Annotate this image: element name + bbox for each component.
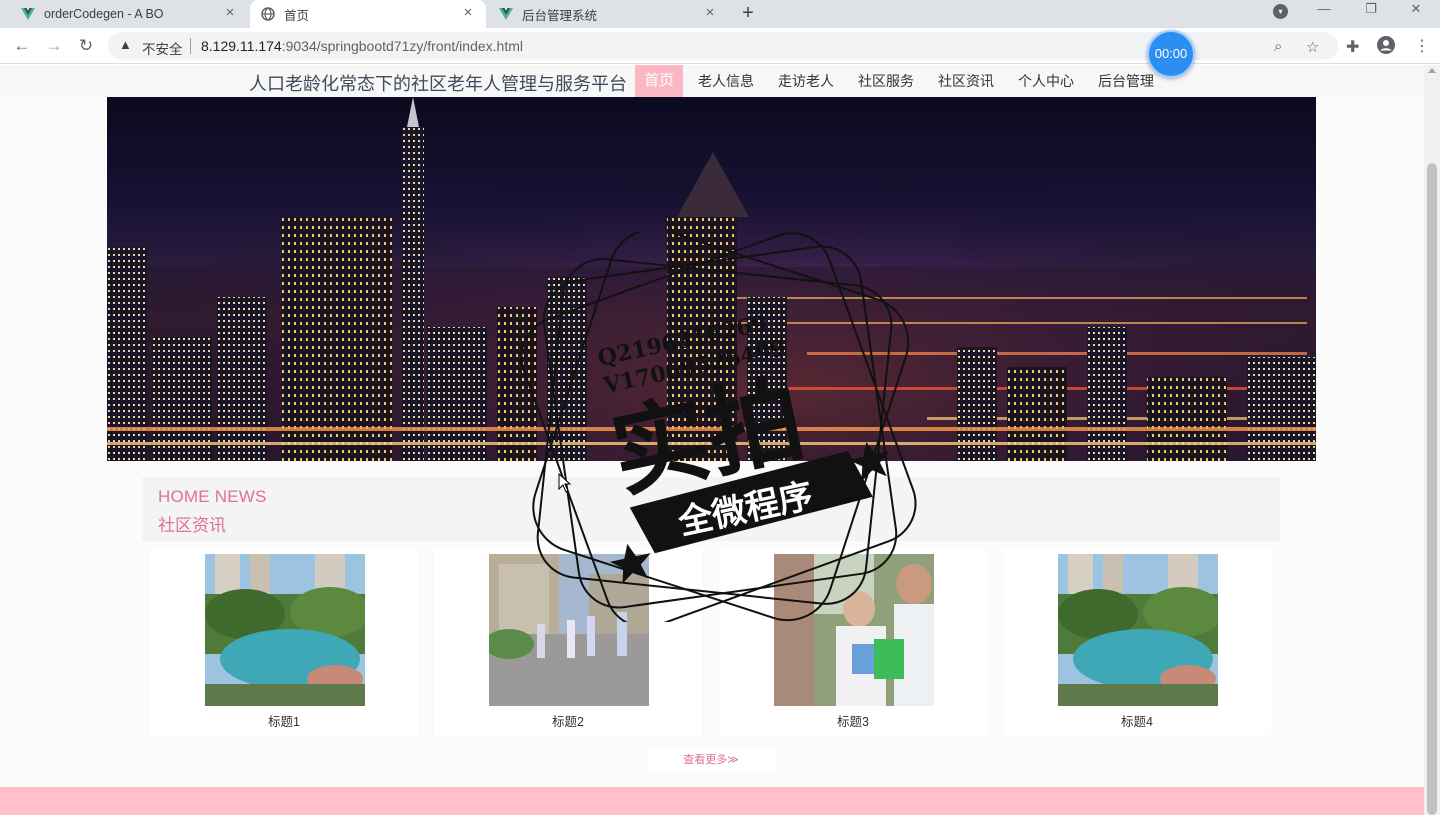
scrollbar-thumb[interactable] [1427, 163, 1437, 815]
news-title[interactable]: 标题1 [150, 711, 418, 730]
browser-toolbar: ← → ↻ ▲ 不安全 8.129.11.174:9034/springboot… [0, 28, 1440, 64]
nav-item-elder-info[interactable]: 老人信息 [689, 65, 763, 97]
url-host: 8.129.11.174 [201, 38, 282, 54]
new-tab-plus-icon[interactable]: + [736, 2, 760, 26]
news-title[interactable]: 标题3 [719, 711, 987, 730]
news-heading-en: HOME NEWS [158, 487, 267, 506]
warning-triangle-icon[interactable]: ▲ [119, 37, 132, 52]
browser-tab-bar: orderCodegen - A BO × 首页 × 后台管理系统 × + ▾ … [0, 0, 1440, 28]
footer-bar [0, 787, 1424, 815]
vue-icon [20, 6, 36, 22]
site-nav-bar: 人口老龄化常态下的社区老年人管理与服务平台 首页 老人信息 走访老人 社区服务 … [0, 65, 1424, 97]
close-icon[interactable]: × [460, 5, 476, 21]
bookmark-star-icon[interactable]: ☆ [1306, 38, 1319, 56]
security-label[interactable]: 不安全 [142, 38, 183, 58]
profile-avatar-icon[interactable] [1377, 36, 1395, 59]
site-nav-menu: 首页 老人信息 走访老人 社区服务 社区资讯 个人中心 后台管理 [635, 65, 1169, 97]
restore-icon[interactable]: ❐ [1357, 0, 1385, 20]
site-title: 人口老龄化常态下的社区老年人管理与服务平台 [249, 74, 627, 94]
news-thumbnail-garden[interactable] [1058, 554, 1218, 706]
divider [190, 38, 191, 54]
tab-ordercodegen[interactable]: orderCodegen - A BO × [0, 0, 248, 28]
tab-title: 首页 [284, 8, 310, 23]
back-arrow-icon[interactable]: ← [10, 35, 34, 57]
nav-item-community-news[interactable]: 社区资讯 [929, 65, 1003, 97]
vue-icon [498, 6, 514, 22]
minimize-icon[interactable]: — [1310, 0, 1338, 20]
news-card[interactable]: 标题3 [719, 549, 987, 735]
url-path: :9034/springbootd71zy/front/index.html [281, 38, 523, 54]
news-card[interactable]: 标题4 [1003, 549, 1271, 735]
tab-search-icon[interactable]: ▾ [1273, 4, 1288, 19]
close-icon[interactable]: × [222, 5, 238, 21]
globe-icon [260, 6, 276, 22]
news-heading-cn: 社区资讯 [158, 516, 226, 535]
tab-title: 后台管理系统 [522, 8, 598, 23]
news-title[interactable]: 标题4 [1003, 711, 1271, 730]
tab-home[interactable]: 首页 × [250, 0, 486, 28]
url-text[interactable]: 8.129.11.174:9034/springbootd71zy/front/… [201, 38, 523, 54]
news-thumbnail-garden[interactable] [205, 554, 365, 706]
tab-title: orderCodegen - A BO [44, 7, 164, 21]
page-viewport: 人口老龄化常态下的社区老年人管理与服务平台 首页 老人信息 走访老人 社区服务 … [0, 65, 1424, 815]
close-icon[interactable]: × [702, 5, 718, 21]
news-card[interactable]: 标题1 [150, 549, 418, 735]
news-title[interactable]: 标题2 [434, 711, 702, 730]
scroll-up-arrow-icon[interactable] [1428, 68, 1436, 73]
view-more-button[interactable]: 查看更多≫ [647, 747, 775, 773]
extensions-puzzle-icon[interactable]: ✚ [1346, 37, 1359, 57]
banner-carousel-image[interactable] [107, 97, 1316, 461]
zoom-icon[interactable]: ⌕ [1274, 38, 1282, 55]
window-close-icon[interactable]: ✕ [1402, 0, 1430, 20]
news-thumbnail-walk[interactable] [489, 554, 649, 706]
nav-item-home[interactable]: 首页 [635, 65, 684, 97]
news-thumbnail-volunteers[interactable] [774, 554, 934, 706]
forward-arrow-icon[interactable]: → [42, 35, 66, 57]
recording-timer[interactable]: 00:00 [1147, 30, 1195, 78]
nav-item-community-service[interactable]: 社区服务 [849, 65, 923, 97]
nav-item-visit-elder[interactable]: 走访老人 [769, 65, 843, 97]
news-card[interactable]: 标题2 [434, 549, 702, 735]
nav-item-admin[interactable]: 后台管理 [1089, 65, 1163, 97]
mouse-cursor-icon [558, 472, 572, 498]
nav-item-personal-center[interactable]: 个人中心 [1009, 65, 1083, 97]
tab-admin-system[interactable]: 后台管理系统 × [488, 0, 728, 28]
news-section-header: HOME NEWS 社区资讯 [142, 477, 1280, 541]
reload-icon[interactable]: ↻ [74, 35, 98, 57]
menu-kebab-icon[interactable]: ⋮ [1414, 36, 1430, 56]
